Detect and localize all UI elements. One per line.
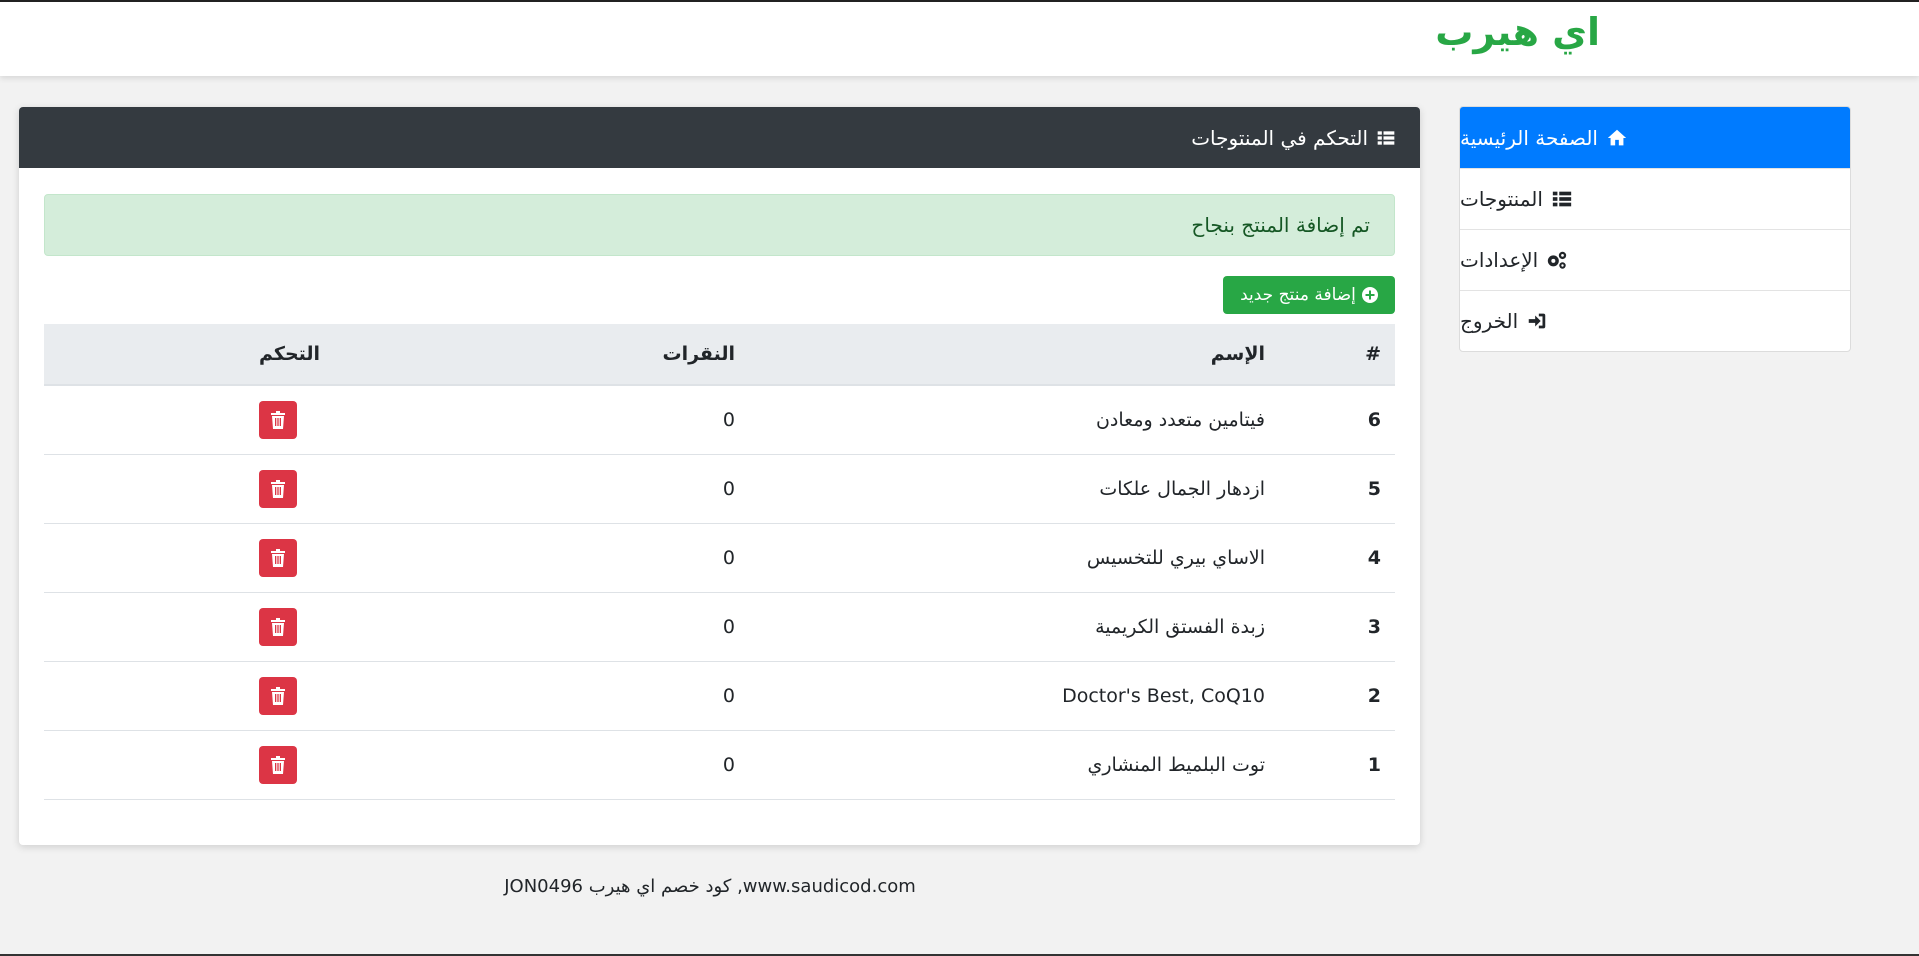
table-row: 6 فيتامين متعدد ومعادن 0 <box>44 385 1395 454</box>
table-row: 5 ازدهار الجمال علكات 0 <box>44 454 1395 523</box>
delete-button[interactable] <box>259 676 297 715</box>
list-icon <box>1377 130 1395 145</box>
delete-button[interactable] <box>259 538 297 577</box>
products-table: # الإسم النقرات التحكم 6 فيتامين متعدد و… <box>44 324 1395 800</box>
sidebar-item-label: المنتوجات <box>1460 187 1543 211</box>
header-clicks: النقرات <box>435 324 735 386</box>
row-name: زبدة الفستق الكريمية <box>1095 615 1265 638</box>
row-actions <box>44 385 435 454</box>
table-row: 4 الاساي بيري للتخسيس 0 <box>44 523 1395 592</box>
row-clicks: 0 <box>722 546 735 569</box>
card-title: التحكم في المنتوجات <box>1191 125 1368 150</box>
row-actions <box>44 454 435 523</box>
row-clicks: 0 <box>722 615 735 638</box>
row-name: Doctor's Best, CoQ10 <box>1062 684 1265 707</box>
trash-icon <box>271 479 285 498</box>
sidebar-item-label: الصفحة الرئيسية <box>1460 125 1598 150</box>
sidebar-item-label: الخروج <box>1460 309 1519 333</box>
trash-icon <box>271 617 285 636</box>
row-clicks: 0 <box>722 477 735 500</box>
card-header: التحكم في المنتوجات <box>19 107 1420 168</box>
row-num: 3 <box>1367 615 1381 638</box>
plus-circle-icon <box>1361 287 1378 303</box>
header-name: الإسم <box>735 324 1265 386</box>
footer-text: www.saudicod.com, كود خصم اي هيرب JON049… <box>504 876 916 897</box>
trash-icon <box>271 686 285 705</box>
delete-button[interactable] <box>259 400 297 439</box>
success-alert: تم إضافة المنتج بنجاح <box>44 194 1395 256</box>
add-product-label: إضافة منتج جديد <box>1240 285 1356 305</box>
sidebar-item-settings[interactable]: الإعدادات <box>1460 229 1850 290</box>
row-num: 1 <box>1367 753 1381 776</box>
add-product-button[interactable]: إضافة منتج جديد <box>1223 276 1395 314</box>
table-row: 2 Doctor's Best, CoQ10 0 <box>44 661 1395 730</box>
table-row: 3 زبدة الفستق الكريمية 0 <box>44 592 1395 661</box>
sidebar-item-label: الإعدادات <box>1460 248 1539 272</box>
delete-button[interactable] <box>259 469 297 508</box>
header-actions: التحكم <box>44 324 435 386</box>
row-name: توت البلميط المنشاري <box>1087 753 1266 776</box>
row-name: ازدهار الجمال علكات <box>1099 477 1265 500</box>
row-num: 4 <box>1367 546 1381 569</box>
row-name: الاساي بيري للتخسيس <box>1086 546 1265 569</box>
header-num: # <box>1265 324 1395 386</box>
trash-icon <box>271 548 285 567</box>
row-actions <box>44 661 435 730</box>
row-num: 2 <box>1367 684 1381 707</box>
sidebar-item-products[interactable]: المنتوجات <box>1460 168 1850 229</box>
sidebar-item-home[interactable]: الصفحة الرئيسية <box>1460 107 1850 168</box>
alert-text: تم إضافة المنتج بنجاح <box>1191 213 1370 237</box>
row-clicks: 0 <box>722 408 735 431</box>
sidebar-item-logout[interactable]: الخروج <box>1460 290 1850 351</box>
home-icon <box>1607 129 1627 145</box>
row-clicks: 0 <box>722 753 735 776</box>
trash-icon <box>271 755 285 774</box>
row-actions <box>44 523 435 592</box>
table-header-row: # الإسم النقرات التحكم <box>44 324 1395 386</box>
row-actions <box>44 730 435 799</box>
row-actions <box>44 592 435 661</box>
row-num: 6 <box>1367 408 1381 431</box>
sign-in-icon <box>1528 313 1546 329</box>
table-row: 1 توت البلميط المنشاري 0 <box>44 730 1395 799</box>
row-name: فيتامين متعدد ومعادن <box>1095 408 1265 431</box>
top-navbar: اي هيرب <box>0 2 1919 76</box>
list-icon <box>1552 191 1572 207</box>
row-clicks: 0 <box>722 684 735 707</box>
products-card: التحكم في المنتوجات تم إضافة المنتج بنجا… <box>19 107 1420 845</box>
delete-button[interactable] <box>259 745 297 784</box>
sidebar: الصفحة الرئيسية المنتوجات الإعدادات الخر… <box>1459 106 1851 352</box>
row-num: 5 <box>1367 477 1381 500</box>
delete-button[interactable] <box>259 607 297 646</box>
site-logo[interactable]: اي هيرب <box>1430 8 1600 56</box>
gears-icon <box>1548 251 1567 269</box>
trash-icon <box>271 410 285 429</box>
